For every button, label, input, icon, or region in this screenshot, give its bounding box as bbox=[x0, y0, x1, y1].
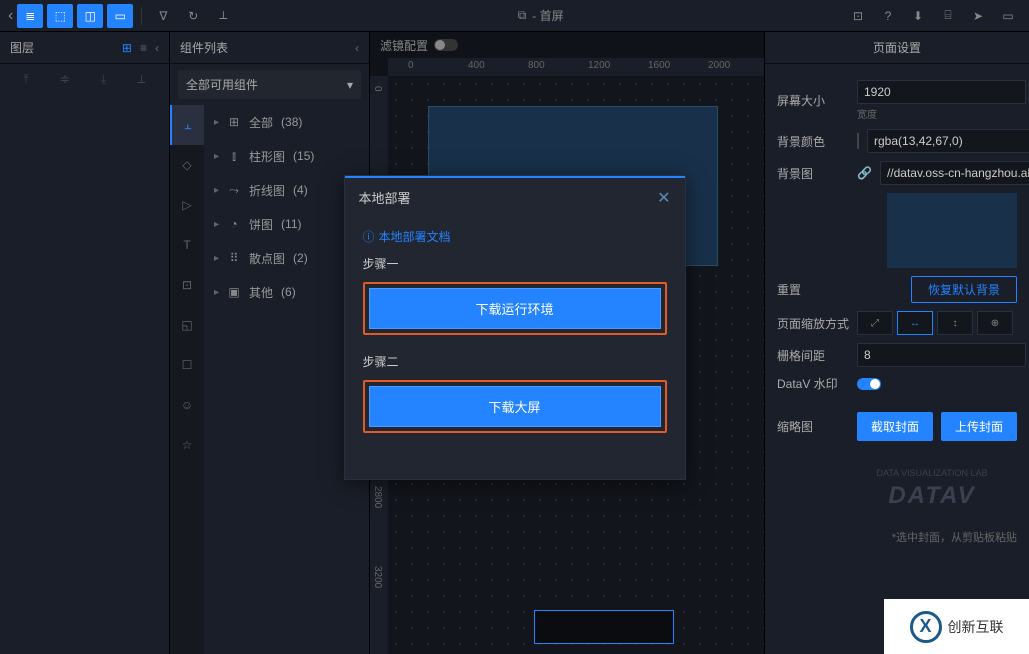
modal-title: 本地部署 bbox=[359, 188, 411, 207]
download-screen-highlight: 下载大屏 bbox=[363, 380, 667, 433]
modal-overlay: 本地部署 ✕ ⓘ 本地部署文档 步骤一 下载运行环境 步骤二 下载大屏 bbox=[0, 0, 1029, 654]
deploy-modal: 本地部署 ✕ ⓘ 本地部署文档 步骤一 下载运行环境 步骤二 下载大屏 bbox=[344, 175, 686, 480]
doc-link-label: 本地部署文档 bbox=[379, 228, 451, 245]
info-icon: ⓘ bbox=[363, 228, 375, 245]
step1-label: 步骤一 bbox=[363, 255, 667, 272]
download-env-button[interactable]: 下载运行环境 bbox=[369, 288, 661, 329]
step2-label: 步骤二 bbox=[363, 353, 667, 370]
close-icon[interactable]: ✕ bbox=[657, 188, 670, 208]
download-env-highlight: 下载运行环境 bbox=[363, 282, 667, 335]
download-screen-button[interactable]: 下载大屏 bbox=[369, 386, 661, 427]
doc-link[interactable]: ⓘ 本地部署文档 bbox=[363, 228, 667, 245]
